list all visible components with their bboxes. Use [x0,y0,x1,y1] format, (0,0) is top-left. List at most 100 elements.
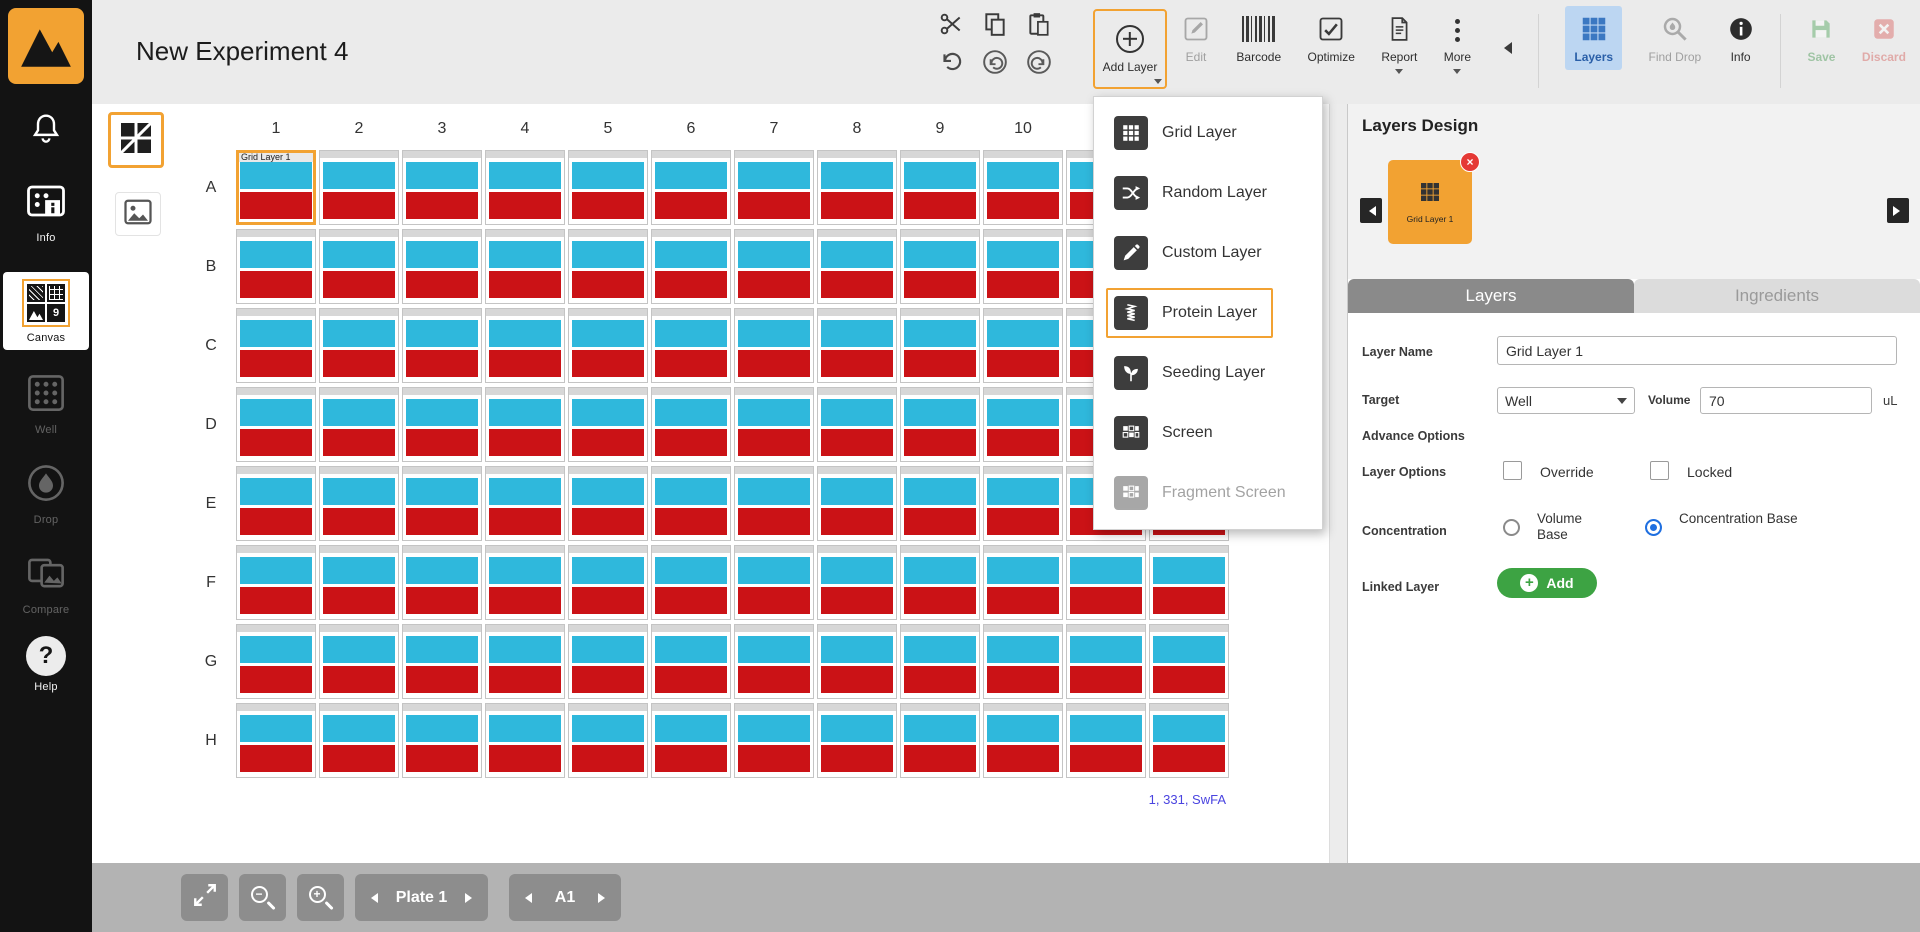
well-C5[interactable] [568,308,648,383]
next-well-button[interactable] [585,874,621,921]
well-H10[interactable] [983,703,1063,778]
locked-checkbox[interactable] [1650,461,1669,480]
volume-input[interactable] [1700,387,1872,414]
well-D3[interactable] [402,387,482,462]
well-F4[interactable] [485,545,565,620]
well-G11[interactable] [1066,624,1146,699]
target-select[interactable]: Well [1497,387,1635,414]
well-E1[interactable] [236,466,316,541]
refresh-button[interactable] [937,50,965,78]
well-B3[interactable] [402,229,482,304]
well-G10[interactable] [983,624,1063,699]
zoom-out-button[interactable] [239,874,286,921]
well-G1[interactable] [236,624,316,699]
well-H11[interactable] [1066,703,1146,778]
app-logo-icon[interactable] [8,8,84,84]
well-G6[interactable] [651,624,731,699]
well-G8[interactable] [817,624,897,699]
sidebar-item-drop[interactable]: Drop [0,462,92,526]
sidebar-item-info[interactable]: Info [0,180,92,244]
well-H2[interactable] [319,703,399,778]
well-A8[interactable] [817,150,897,225]
well-C4[interactable] [485,308,565,383]
menu-item-custom-layer[interactable]: Custom Layer [1094,223,1322,283]
menu-item-random-layer[interactable]: Random Layer [1094,163,1322,223]
well-A3[interactable] [402,150,482,225]
add-layer-button[interactable]: Add Layer [1093,9,1167,89]
cut-button[interactable] [937,12,965,40]
copy-button[interactable] [981,12,1009,40]
remove-layer-button[interactable] [1460,152,1480,172]
barcode-button[interactable]: Barcode [1236,8,1281,64]
well-B9[interactable] [900,229,980,304]
report-button[interactable]: Report [1381,8,1417,74]
layer-scroll-right-button[interactable] [1887,198,1909,223]
plate-status-text[interactable]: 1, 331, SwFA [236,792,1226,807]
well-C2[interactable] [319,308,399,383]
sidebar-item-canvas[interactable]: 9 Canvas [3,272,89,350]
well-A5[interactable] [568,150,648,225]
sidebar-item-notifications[interactable] [0,112,92,151]
well-A7[interactable] [734,150,814,225]
well-B8[interactable] [817,229,897,304]
well-D10[interactable] [983,387,1063,462]
redo-button[interactable] [1025,50,1053,78]
sidebar-item-compare[interactable]: Compare [0,552,92,616]
layer-scroll-left-button[interactable] [1360,198,1382,223]
well-A9[interactable] [900,150,980,225]
well-H5[interactable] [568,703,648,778]
sidebar-item-help[interactable]: ? Help [0,636,92,693]
well-G2[interactable] [319,624,399,699]
well-B1[interactable] [236,229,316,304]
well-B6[interactable] [651,229,731,304]
well-D8[interactable] [817,387,897,462]
well-F9[interactable] [900,545,980,620]
well-C9[interactable] [900,308,980,383]
info-button[interactable]: Info [1728,8,1754,64]
well-G7[interactable] [734,624,814,699]
well-F6[interactable] [651,545,731,620]
well-F3[interactable] [402,545,482,620]
well-A4[interactable] [485,150,565,225]
well-G12[interactable] [1149,624,1229,699]
paste-button[interactable] [1025,12,1053,40]
canvas-view-toggle-button[interactable] [108,112,164,168]
well-G9[interactable] [900,624,980,699]
menu-item-protein-layer[interactable]: Protein Layer [1094,283,1322,343]
layers-button[interactable]: Layers [1565,6,1622,70]
layer-name-input[interactable] [1497,336,1897,365]
well-H3[interactable] [402,703,482,778]
well-E5[interactable] [568,466,648,541]
fit-to-screen-button[interactable] [181,874,228,921]
next-plate-button[interactable] [452,874,488,921]
more-button[interactable]: More [1444,8,1471,74]
well-G5[interactable] [568,624,648,699]
well-F2[interactable] [319,545,399,620]
canvas-scrollbar[interactable] [1329,104,1347,863]
well-E3[interactable] [402,466,482,541]
well-H8[interactable] [817,703,897,778]
well-H1[interactable] [236,703,316,778]
menu-item-screen[interactable]: Screen [1094,403,1322,463]
well-H4[interactable] [485,703,565,778]
well-C1[interactable] [236,308,316,383]
well-H9[interactable] [900,703,980,778]
well-B7[interactable] [734,229,814,304]
zoom-in-button[interactable] [297,874,344,921]
linked-layer-add-button[interactable]: Add [1497,568,1597,598]
tab-layers[interactable]: Layers [1348,279,1634,313]
concentration-base-radio[interactable] [1645,519,1662,536]
well-C10[interactable] [983,308,1063,383]
layer-thumbnail[interactable]: Grid Layer 1 [1388,160,1472,244]
menu-item-seeding-layer[interactable]: Seeding Layer [1094,343,1322,403]
volume-base-radio[interactable] [1503,519,1520,536]
well-H6[interactable] [651,703,731,778]
well-C6[interactable] [651,308,731,383]
well-E6[interactable] [651,466,731,541]
well-F10[interactable] [983,545,1063,620]
well-F7[interactable] [734,545,814,620]
well-C8[interactable] [817,308,897,383]
well-E8[interactable] [817,466,897,541]
well-A1[interactable]: Grid Layer 1 [236,150,316,225]
well-G3[interactable] [402,624,482,699]
